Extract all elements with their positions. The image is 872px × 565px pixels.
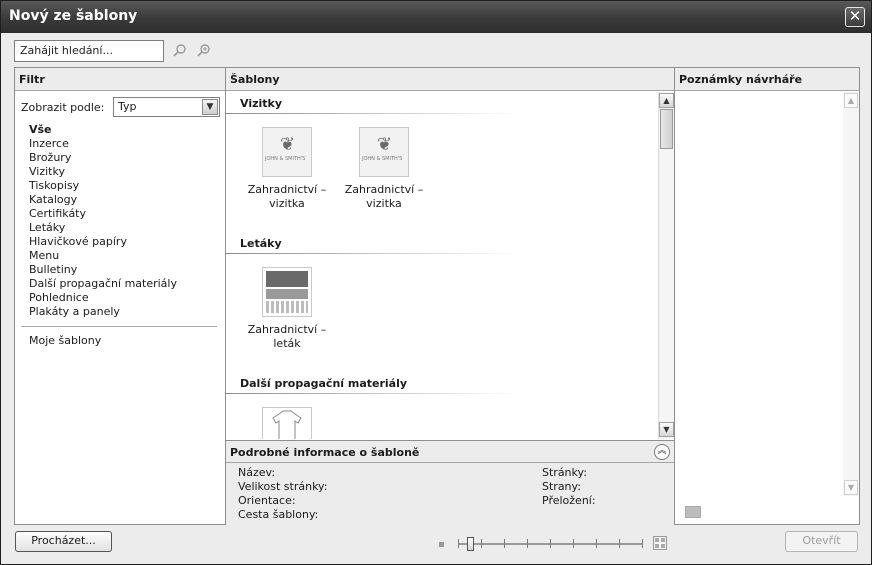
group-divider: [226, 253, 518, 254]
sides-label: Strany:: [542, 480, 581, 493]
template-thumbnail[interactable]: [262, 407, 312, 439]
template-label[interactable]: Zahradnictví – vizitka: [242, 183, 332, 211]
category-postcards[interactable]: Pohlednice: [29, 291, 177, 305]
template-label-line1: Zahradnictví –: [344, 183, 424, 196]
new-from-template-dialog: Nový ze šablony ✕ Zahájit hledání... Fil…: [0, 0, 872, 565]
browse-button[interactable]: Procházet...: [15, 531, 112, 552]
group-divider: [226, 113, 518, 114]
zoom-tick: [527, 539, 528, 548]
scroll-up-icon[interactable]: ▲: [659, 93, 674, 108]
group-heading-other-marketing: Další propagační materiály: [240, 377, 408, 390]
category-business-cards[interactable]: Vizitky: [29, 165, 177, 179]
template-thumbnail[interactable]: ❦ JOHN & SMITH'S: [359, 127, 409, 177]
zoom-tick: [504, 539, 505, 548]
group-divider: [226, 393, 518, 394]
category-brochures[interactable]: Brožury: [29, 151, 177, 165]
template-label-line1: Zahradnictví –: [247, 323, 327, 336]
group-heading-flyers: Letáky: [240, 237, 282, 250]
template-details: Podrobné informace o šabloně ︽ Název: Ve…: [226, 440, 674, 525]
zoom-tick: [642, 539, 643, 548]
advanced-search-icon[interactable]: [196, 43, 212, 59]
category-posters[interactable]: Plakáty a panely: [29, 305, 177, 319]
category-certificates[interactable]: Certifikáty: [29, 207, 177, 221]
search-input[interactable]: Zahájit hledání...: [14, 40, 164, 62]
category-list: Vše Inzerce Brožury Vizitky Tiskopisy Ka…: [29, 123, 177, 319]
show-by-select[interactable]: Typ ▼: [113, 97, 220, 117]
window-title: Nový ze šablony: [9, 8, 138, 24]
templates-header: Šablony: [226, 68, 674, 91]
template-label-line2: leták: [273, 337, 301, 350]
pages-label: Stránky:: [542, 466, 587, 479]
template-label-line2: vizitka: [366, 197, 402, 210]
leaf-icon: ❦: [280, 134, 296, 155]
notes-header: Poznámky návrháře: [675, 68, 859, 91]
name-label: Název:: [238, 466, 276, 479]
zoom-thumb[interactable]: [467, 537, 474, 551]
scrollbar-thumb[interactable]: [660, 109, 673, 149]
title-bar[interactable]: Nový ze šablony ✕: [1, 1, 871, 33]
zoom-tick: [573, 539, 574, 548]
thumbnail-text: JOHN & SMITH'S: [362, 156, 403, 162]
template-label-line2: vizitka: [269, 197, 305, 210]
printer-icon[interactable]: [685, 506, 701, 518]
category-catalogs[interactable]: Katalogy: [29, 193, 177, 207]
search-icon[interactable]: [172, 43, 188, 59]
scroll-down-icon[interactable]: ▼: [844, 480, 858, 495]
show-by-label: Zobrazit podle:: [21, 101, 105, 114]
category-letterheads[interactable]: Hlavičkové papíry: [29, 235, 177, 249]
template-label-line1: Zahradnictví –: [247, 183, 327, 196]
details-header: Podrobné informace o šabloně: [226, 441, 674, 463]
category-flyers[interactable]: Letáky: [29, 221, 177, 235]
my-templates-item[interactable]: Moje šablony: [29, 334, 101, 348]
zoom-tick: [619, 539, 620, 548]
close-button[interactable]: ✕: [845, 7, 865, 27]
templates-panel: Šablony Vizitky ❦ JOHN & SMITH'S Zahradn…: [225, 67, 675, 525]
category-all[interactable]: Vše: [29, 123, 177, 137]
leaf-icon: ❦: [377, 134, 393, 155]
templates-gallery: Vizitky ❦ JOHN & SMITH'S Zahradnictví – …: [226, 92, 658, 439]
category-advertisements[interactable]: Inzerce: [29, 137, 177, 151]
page-size-label: Velikost stránky:: [238, 480, 328, 493]
scroll-down-icon[interactable]: ▼: [659, 422, 674, 437]
notes-scrollbar[interactable]: ▲ ▼: [843, 92, 859, 496]
zoom-tick: [458, 539, 459, 548]
designer-notes-panel: Poznámky návrháře ▲ ▼: [674, 67, 860, 525]
scroll-up-icon[interactable]: ▲: [844, 93, 858, 108]
zoom-tick: [596, 539, 597, 548]
template-path-label: Cesta šablony:: [238, 508, 319, 521]
templates-scrollbar[interactable]: ▲ ▼: [658, 92, 674, 439]
thumbnail-text: JOHN & SMITH'S: [265, 156, 306, 162]
tshirt-icon: [272, 410, 302, 439]
category-menus[interactable]: Menu: [29, 249, 177, 263]
template-thumbnail[interactable]: [262, 267, 312, 317]
filter-header: Filtr: [15, 68, 225, 91]
template-label[interactable]: Zahradnictví – leták: [242, 323, 332, 351]
category-other-marketing[interactable]: Další propagační materiály: [29, 277, 177, 291]
show-by-value: Typ: [118, 100, 137, 113]
filter-panel: Filtr Zobrazit podle: Typ ▼ Vše Inzerce …: [14, 67, 226, 525]
open-button[interactable]: Otevřít: [785, 531, 858, 552]
collapse-icon[interactable]: ︽: [654, 444, 670, 460]
group-heading-business-cards: Vizitky: [240, 97, 283, 110]
zoom-tick: [481, 539, 482, 548]
category-forms[interactable]: Tiskopisy: [29, 179, 177, 193]
zoom-tick: [550, 539, 551, 548]
template-thumbnail[interactable]: ❦ JOHN & SMITH'S: [262, 127, 312, 177]
category-newsletters[interactable]: Bulletiny: [29, 263, 177, 277]
fold-label: Přeložení:: [542, 494, 596, 507]
large-thumbnails-icon[interactable]: [653, 536, 667, 550]
orientation-label: Orientace:: [238, 494, 296, 507]
chevron-down-icon[interactable]: ▼: [202, 99, 218, 115]
divider: [21, 326, 217, 327]
small-thumbnails-icon[interactable]: [439, 542, 444, 547]
template-label[interactable]: Zahradnictví – vizitka: [339, 183, 429, 211]
zoom-slider[interactable]: [439, 534, 671, 556]
